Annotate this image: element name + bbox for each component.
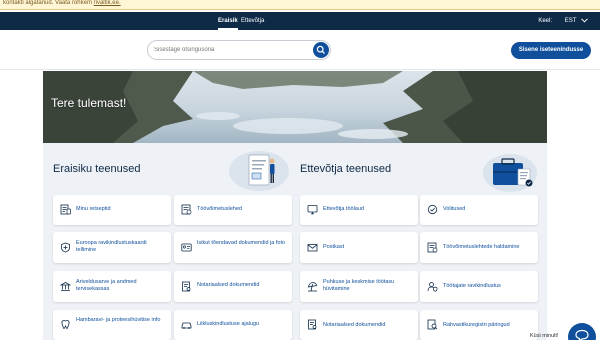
chevron-down-icon — [581, 18, 588, 23]
prescription-icon — [60, 204, 71, 215]
card-label: Isikut tõendavad dokumendid ja foto — [197, 240, 286, 246]
card-label: Notariaalsed dokumendid — [197, 282, 260, 288]
card-euroopa-ravikindlustuskaart[interactable]: Euroopa ravikindlustuskaardi tellimine — [53, 232, 171, 263]
business-services-title: Ettevõtja teenused — [300, 163, 392, 175]
sick-leave-icon — [181, 204, 192, 215]
top-navigation: Eraisik Ettevõtja Keel: EST — [0, 12, 600, 30]
card-isikut-toendavad-dokumendid[interactable]: Isikut tõendavad dokumendid ja foto — [174, 232, 292, 263]
documents-illustration-icon — [229, 151, 289, 191]
language-select[interactable]: EST — [565, 12, 588, 30]
cookie-link[interactable]: rivaltik.ee. — [94, 0, 121, 6]
registry-search-icon — [427, 319, 438, 330]
card-ettevotja-toolaud[interactable]: Ettevõtja töölaud — [300, 195, 418, 225]
notary-document-icon — [182, 281, 191, 292]
card-arveldusarve[interactable]: Ariveldusarve ja andmed tervisekassas — [53, 271, 171, 302]
card-label: Töövõimetuslehed — [197, 206, 242, 212]
header: Sisene iseteenindusse — [0, 30, 600, 70]
card-liikluskindlustus[interactable]: Liikluskindlustuse ajalugu — [174, 310, 292, 340]
search-button[interactable] — [313, 42, 329, 58]
cookie-banner: kontakti algatanud. Vaata rohkem rivalti… — [0, 0, 600, 10]
cookie-message: kontakti algatanud. Vaata rohkem — [3, 0, 94, 6]
card-postkast[interactable]: Postkast — [300, 232, 418, 263]
language-value: EST — [564, 18, 577, 24]
card-label: Euroopa ravikindlustuskaardi tellimine — [76, 240, 147, 253]
cookie-text: kontakti algatanud. Vaata rohkem rivalti… — [3, 0, 121, 7]
hero-banner: Tere tulemast! — [43, 71, 547, 143]
card-toovoimetuslehed[interactable]: Töövõimetuslehed — [174, 195, 292, 225]
chat-label: Küsi minult! — [530, 333, 559, 339]
tooth-icon — [61, 320, 70, 329]
services-section: Eraisiku teenused Ettevõtja teenused Min… — [43, 143, 547, 340]
card-label: Puhkuse ja keskmise töötasu hüvitamine — [323, 279, 395, 292]
card-minu-retseptid[interactable]: Minu retseptid — [53, 195, 171, 225]
card-notariaalsed-dokumendid-private[interactable]: Notariaalsed dokumendid — [174, 271, 292, 302]
card-label: Volitused — [443, 206, 466, 212]
mail-icon — [307, 244, 318, 252]
card-rahvastikuregistri-paringud[interactable]: Rahvastikuregistri päringud — [420, 310, 538, 340]
search-box — [147, 40, 331, 60]
tab-private[interactable]: Eraisik — [218, 12, 238, 30]
card-label: Ariveldusarve ja andmed tervisekassas — [76, 279, 137, 292]
sick-leave-management-icon — [427, 242, 438, 253]
card-label: Rahvastikuregistri päringud — [443, 322, 510, 328]
card-label: Minu retseptid — [76, 206, 111, 212]
authorization-icon — [427, 204, 438, 215]
search-input[interactable] — [154, 41, 304, 59]
card-label: Hambaravi- ja proteesihüvitise info — [76, 317, 161, 323]
card-hambaravi-huvitis[interactable]: Hambaravi- ja proteesihüvitise info — [53, 310, 171, 340]
tab-business[interactable]: Ettevõtja — [241, 12, 264, 30]
card-volitused[interactable]: Volitused — [420, 195, 538, 225]
card-label: Liikluskindlustuse ajalugu — [197, 321, 260, 327]
search-icon — [316, 45, 325, 54]
bank-account-icon — [60, 282, 71, 291]
card-puhkuse-huvitamine[interactable]: Puhkuse ja keskmise töötasu hüvitamine — [300, 271, 418, 302]
card-toovoimetuslehtede-haldamine[interactable]: Töövõimetuslehtede haldamine — [420, 232, 538, 263]
id-card-icon — [181, 243, 192, 252]
card-label: Töövõimetuslehtede haldamine — [443, 244, 520, 250]
card-label: Postkast — [323, 244, 345, 250]
dashboard-icon — [307, 205, 318, 215]
notary-document-icon — [308, 319, 317, 330]
hero-title: Tere tulemast! — [51, 96, 127, 110]
car-icon — [181, 322, 192, 329]
card-label: Notariaalsed dokumendid — [323, 322, 386, 328]
insurance-card-icon — [61, 242, 70, 253]
vacation-icon — [308, 282, 317, 292]
private-services-title: Eraisiku teenused — [53, 163, 141, 175]
card-tootajate-ravikindlustus[interactable]: Töötajate ravikindlustus — [420, 271, 538, 302]
card-label: Töötajate ravikindlustus — [443, 283, 501, 289]
chat-icon — [575, 329, 589, 340]
card-notariaalsed-dokumendid-business[interactable]: Notariaalsed dokumendid — [300, 310, 418, 340]
briefcase-illustration-icon — [483, 154, 537, 192]
login-button[interactable]: Sisene iseteenindusse — [511, 42, 591, 59]
card-label: Ettevõtja töölaud — [323, 206, 364, 212]
chat-button[interactable] — [568, 323, 596, 340]
language-label: Keel: — [538, 18, 552, 24]
employee-insurance-icon — [427, 282, 438, 292]
